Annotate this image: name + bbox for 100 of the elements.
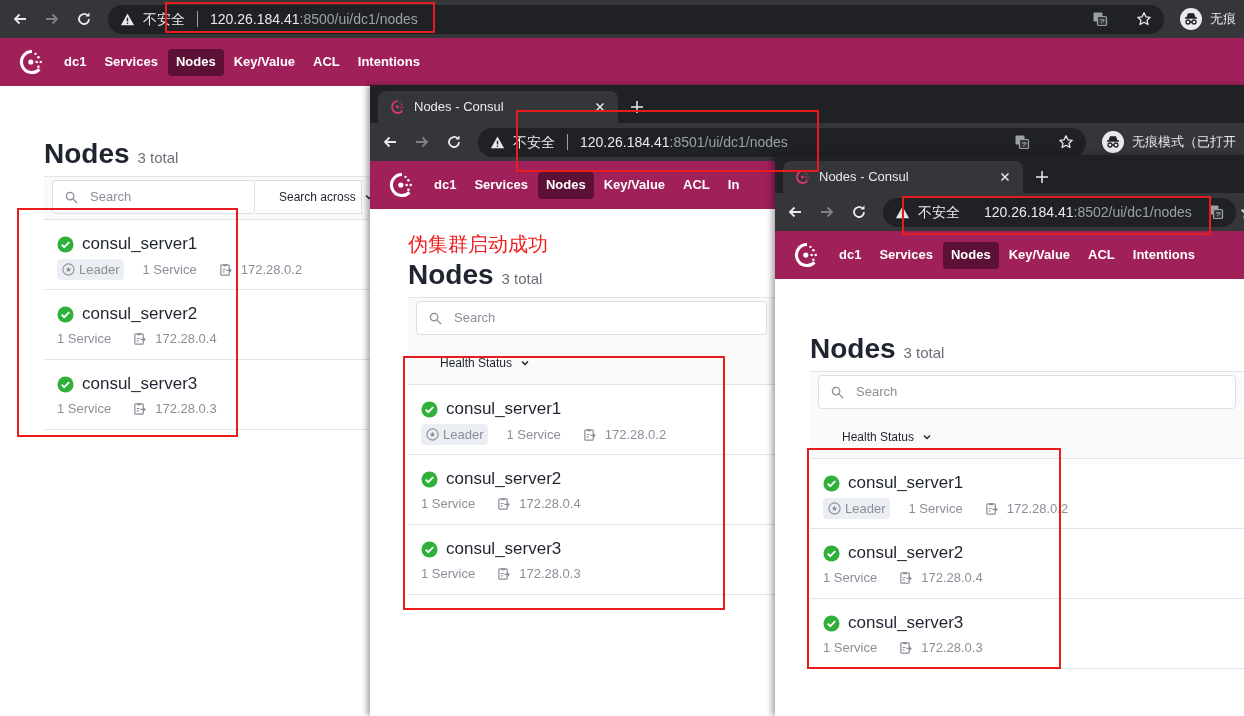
translate-icon[interactable] [1092,11,1108,27]
close-icon[interactable] [999,171,1011,183]
node-row[interactable]: consul_server2 1 Service 172.28.0.4 [810,528,1244,598]
leader-badge: Leader [823,498,891,519]
close-icon[interactable] [594,101,606,113]
incognito-icon [1180,8,1202,30]
page-title: Nodes [810,332,896,366]
translate-icon[interactable] [1014,134,1030,150]
node-address: 172.28.0.4 [155,330,217,348]
incognito-profile-button[interactable]: 无痕模式（已打开 [1102,131,1236,153]
reload-icon[interactable] [851,204,867,220]
star-circle-icon [62,263,75,276]
annotation-text: 伪集群启动成功 [408,232,548,257]
node-address: 172.28.0.3 [519,565,581,583]
service-count: 1 Service [57,400,112,418]
nav-link[interactable]: Services [871,241,941,269]
search-placeholder: Search [90,188,132,207]
node-address: 172.28.0.4 [921,569,983,587]
security-label: 不安全 [918,202,960,222]
back-arrow-icon[interactable] [12,11,28,27]
nav-link[interactable]: ACL [675,171,718,199]
clipboard-icon [899,571,913,585]
health-status-filter[interactable]: Health Status [440,354,531,372]
browser-tab[interactable]: Nodes - Consul [378,91,618,123]
nav-link[interactable]: ACL [305,48,348,76]
leader-badge: Leader [57,259,125,280]
service-count: 1 Service [506,425,561,444]
incognito-icon [1102,131,1124,153]
incognito-profile-button[interactable]: 无痕 [1180,8,1236,30]
forward-arrow-icon[interactable] [414,134,430,150]
node-name: consul_server3 [848,612,964,634]
nav-link[interactable]: Key/Value [1000,241,1079,269]
consul-logo-icon [795,169,811,185]
search-placeholder: Search [856,383,898,402]
star-circle-icon [426,428,439,441]
chevron-down-icon [520,358,531,368]
search-placeholder: Search [454,309,496,328]
search-icon [831,385,844,399]
clipboard-icon [984,502,998,515]
service-count: 1 Service [823,569,878,587]
nav-link[interactable]: In [719,171,748,199]
node-name: consul_server3 [82,373,198,395]
url-text: 120.26.184.41:8501/ui/dc1/nodes [580,135,788,149]
node-address: 172.28.0.2 [604,425,667,444]
health-status-filter[interactable]: Health Status [842,428,933,446]
nav-link[interactable]: dc1 [426,171,465,199]
clipboard-icon [497,567,511,581]
plus-icon[interactable] [1035,170,1049,184]
nav-link[interactable]: Intentions [1124,241,1203,269]
nav-link[interactable]: Services [96,48,166,76]
node-name: consul_server1 [848,472,964,494]
search-icon [429,311,442,325]
warning-icon [490,134,505,150]
service-count: 1 Service [823,639,878,657]
plus-icon[interactable] [630,100,644,114]
node-name: consul_server2 [82,303,198,325]
back-arrow-icon[interactable] [382,134,398,150]
service-count: 1 Service [421,565,476,583]
warning-icon [120,11,135,27]
nav-link[interactable]: dc1 [831,241,870,269]
forward-arrow-icon[interactable] [44,11,60,27]
node-name: consul_server3 [446,538,562,560]
leader-badge: Leader [421,424,489,445]
service-count: 1 Service [57,330,112,348]
browser-tab[interactable]: Nodes - Consul [783,161,1023,193]
tab-title: Nodes - Consul [414,98,505,117]
node-name: consul_server1 [82,233,198,255]
page-title: Nodes [44,137,130,171]
search-icon [65,190,78,204]
clipboard-icon [899,641,913,655]
node-name: consul_server1 [446,398,562,420]
clipboard-icon [218,263,232,276]
clipboard-icon [497,497,511,511]
nav-link[interactable]: Key/Value [595,171,674,199]
service-count: 1 Service [908,499,963,518]
nav-link[interactable]: Nodes [942,241,999,269]
forward-arrow-icon[interactable] [819,204,835,220]
url-text: 120.26.184.41:8500/ui/dc1/nodes [210,12,418,26]
node-address: 172.28.0.4 [519,495,581,513]
back-arrow-icon[interactable] [787,204,803,220]
clipboard-icon [582,428,596,441]
reload-icon[interactable] [76,11,92,27]
nav-link[interactable]: Nodes [167,48,224,76]
nav-link[interactable]: Nodes [537,171,594,199]
nav-link[interactable]: dc1 [56,48,95,76]
reload-icon[interactable] [446,134,462,150]
node-count: 3 total [903,343,945,363]
node-name: consul_server2 [446,468,562,490]
nav-link[interactable]: ACL [1080,241,1123,269]
nav-link[interactable]: Services [466,171,536,199]
chevron-down-icon [922,432,933,442]
service-count: 1 Service [142,260,197,279]
nav-link[interactable]: Intentions [349,48,428,76]
node-row[interactable]: consul_server3 1 Service 172.28.0.3 [810,598,1244,668]
star-circle-icon [828,502,841,515]
node-address: 172.28.0.3 [155,400,217,418]
clipboard-icon [133,402,147,416]
url-text: 120.26.184.41:8502/ui/dc1/nodes [984,205,1192,219]
tab-title: Nodes - Consul [819,168,910,187]
nav-link[interactable]: Key/Value [225,48,304,76]
